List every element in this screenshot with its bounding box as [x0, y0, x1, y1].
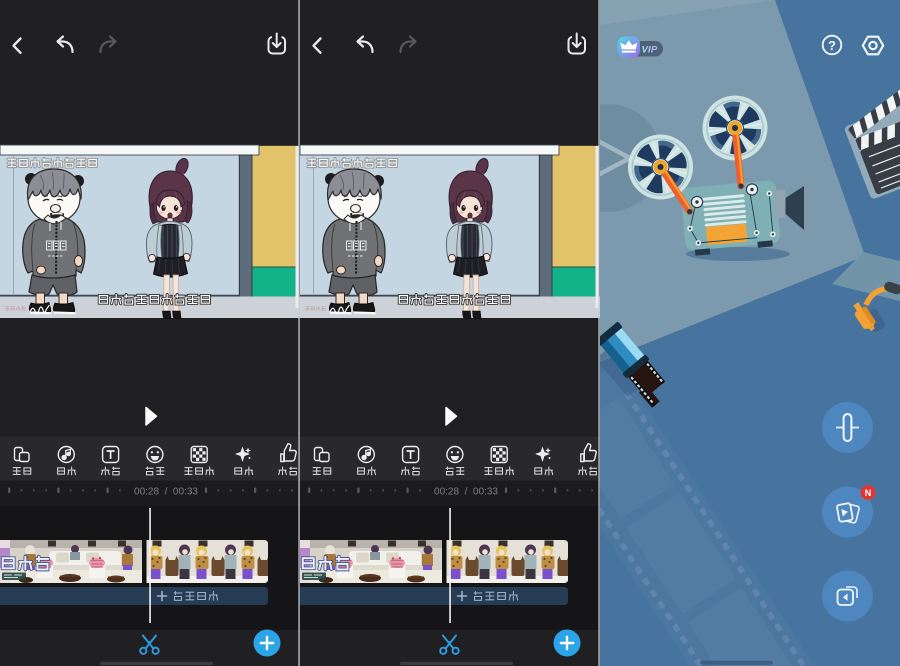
svg-text:VIP: VIP — [642, 45, 658, 56]
svg-text:?: ? — [828, 38, 836, 53]
svg-text:N: N — [865, 488, 872, 498]
